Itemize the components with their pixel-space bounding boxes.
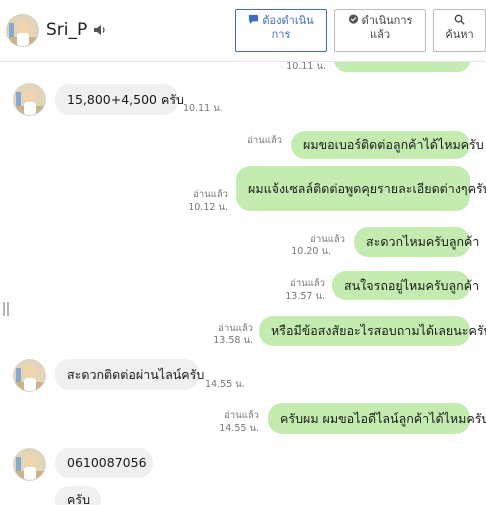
message-bubble-outgoing[interactable]: ผมแจ้งเซลล์ติดต่อพูดคุยรายละเอียดต่างๆคร… bbox=[236, 166, 486, 211]
message-bubble-outgoing[interactable]: สนใจรถอยู่ไหมครับลูกค้า bbox=[332, 271, 479, 300]
speaker-icon[interactable] bbox=[92, 22, 108, 38]
message-time: 10.20 น. bbox=[291, 246, 331, 257]
chat-bubble-icon bbox=[249, 14, 259, 25]
in-progress-label-1: ต้องดำเนิน bbox=[262, 14, 314, 27]
message-time: 13.57 น. bbox=[285, 291, 325, 302]
message-time: 10.11 น. bbox=[286, 62, 326, 72]
message-time: 10.11 น. bbox=[183, 103, 223, 114]
message-bubble-incoming[interactable]: 15,800+4,500 ครับ bbox=[55, 84, 184, 115]
message-bubble-outgoing[interactable]: ผมขอเบอร์ติดต่อลูกค้าได้ไหมครับ bbox=[291, 131, 484, 159]
message-bubble-outgoing[interactable]: สะดวกไหมครับลูกค้า bbox=[354, 227, 479, 257]
done-label-1: ดำเนินการ bbox=[361, 14, 413, 27]
message-time: 13.58 น. bbox=[213, 335, 253, 346]
conversation-area[interactable]: 10.11 น. 15,800+4,500 ครับ 10.11 น. อ่าน… bbox=[0, 62, 486, 505]
message-bubble-outgoing[interactable]: หรือมีข้อสงสัยอะไรสอบถามได้เลยนะครับ bbox=[259, 316, 486, 346]
message-bubble-incoming[interactable]: 0610087056 bbox=[55, 448, 153, 478]
search-label: ค้นหา bbox=[445, 28, 474, 41]
message-bubble-outgoing-partial[interactable] bbox=[334, 62, 470, 72]
done-button[interactable]: ดำเนินการ แล้ว bbox=[334, 9, 426, 52]
read-status: อ่านแล้ว bbox=[224, 410, 259, 421]
in-progress-label-2: การ bbox=[271, 28, 291, 41]
search-button[interactable]: ค้นหา bbox=[433, 9, 486, 52]
contact-avatar[interactable] bbox=[13, 359, 46, 392]
message-bubble-incoming[interactable]: ครับ bbox=[55, 486, 101, 505]
message-bubble-outgoing[interactable]: ครับผม ผมขอไอดีไลน์ลูกค้าได้ไหมครับ bbox=[268, 403, 486, 434]
search-icon bbox=[454, 14, 465, 25]
message-bubble-incoming[interactable]: สะดวกติดต่อผ่านไลน์ครับ bbox=[55, 359, 204, 390]
message-time: 14.55 น. bbox=[205, 379, 245, 390]
done-label-2: แล้ว bbox=[369, 28, 390, 41]
contact-avatar[interactable] bbox=[6, 14, 39, 47]
read-status: อ่านแล้ว bbox=[247, 135, 282, 146]
contact-avatar[interactable] bbox=[13, 448, 46, 481]
contact-name: Sri_P bbox=[46, 20, 88, 40]
read-status: อ่านแล้ว bbox=[290, 278, 325, 289]
message-time: 10.12 น. bbox=[188, 202, 228, 213]
chat-header: Sri_P ต้องดำเนิน การ ดำเนินการ แล้ว ค้นห… bbox=[0, 0, 486, 62]
read-status: อ่านแล้ว bbox=[193, 189, 228, 200]
contact-avatar[interactable] bbox=[13, 83, 46, 116]
resize-handle-icon[interactable] bbox=[3, 302, 9, 316]
chat-check-icon bbox=[348, 14, 358, 24]
message-time: 14.55 น. bbox=[219, 423, 259, 434]
in-progress-button[interactable]: ต้องดำเนิน การ bbox=[235, 9, 327, 52]
